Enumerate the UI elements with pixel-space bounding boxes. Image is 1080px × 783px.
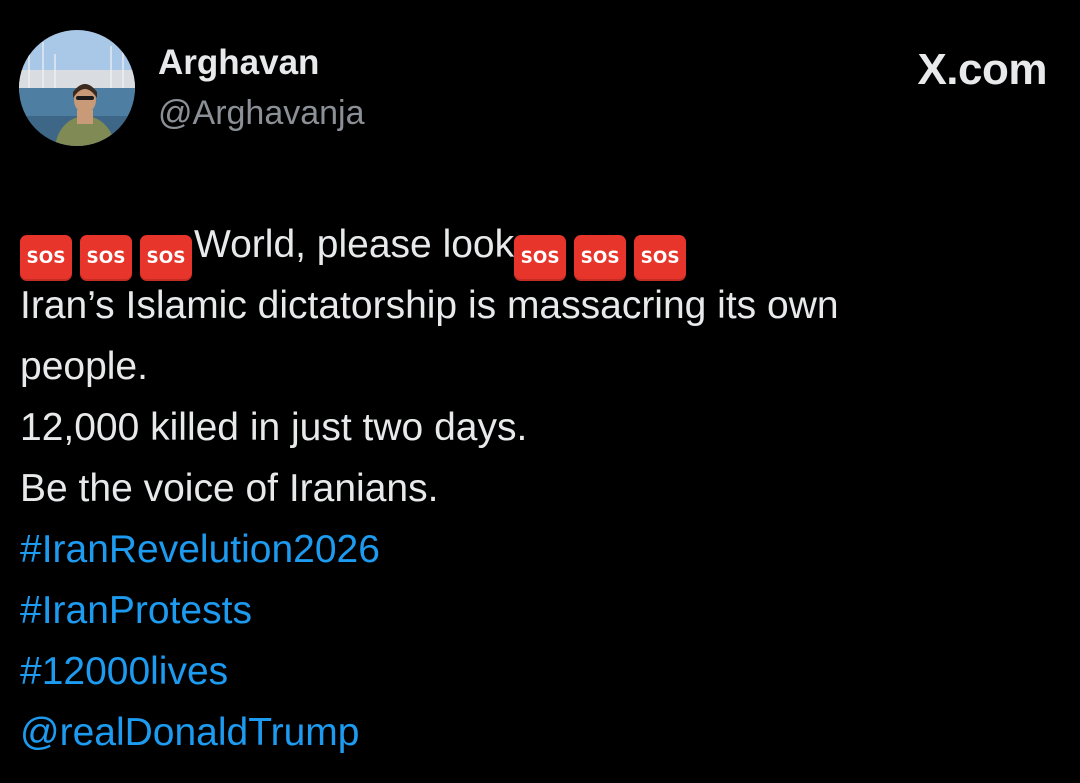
- tweet-headline: World, please look: [194, 223, 515, 266]
- avatar[interactable]: [19, 30, 135, 146]
- tweet-line: 12,000 killed in just two days.: [20, 406, 528, 449]
- tweet-line: Be the voice of Iranians.: [20, 467, 439, 510]
- hashtag-link[interactable]: #IranRevelution2026: [20, 519, 1060, 580]
- tweet-text: SOS SOS SOS World, please look SOS SOS SOS Ira…: [20, 214, 1060, 763]
- tweet-headline-line: SOS SOS SOS World, please look SOS SOS SOS: [20, 214, 1060, 281]
- hashtag-link[interactable]: #12000lives: [20, 641, 1060, 702]
- mention-link[interactable]: @realDonaldTrump: [20, 702, 1060, 763]
- user-handle[interactable]: @Arghavanja: [158, 92, 365, 134]
- display-name[interactable]: Arghavan: [158, 42, 319, 84]
- hashtag-link[interactable]: #IranProtests: [20, 580, 1060, 641]
- tweet-line: Iran’s Islamic dictatorship is massacrin…: [20, 284, 839, 327]
- tweet-line: people.: [20, 345, 148, 388]
- x-brand-label: X.com: [917, 45, 1047, 94]
- avatar-photo: [19, 30, 135, 146]
